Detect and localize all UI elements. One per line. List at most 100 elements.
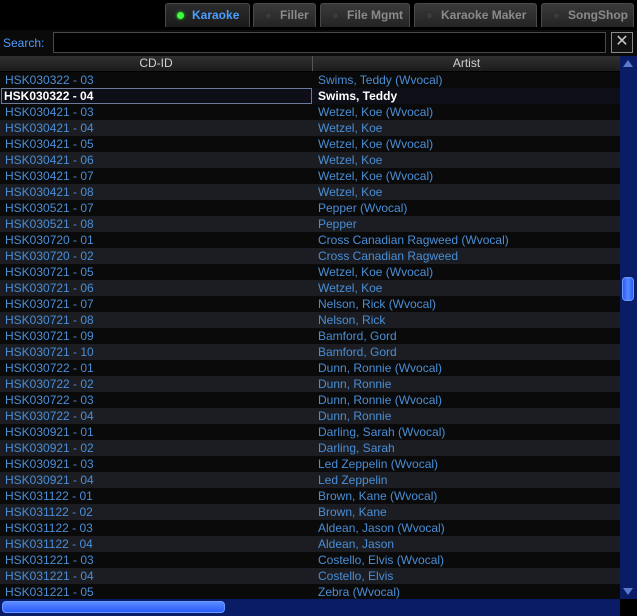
status-dot-icon: [332, 12, 339, 19]
column-header-cd-id[interactable]: CD-ID: [0, 56, 313, 71]
artist-cell: Costello, Elvis (Wvocal): [318, 553, 445, 567]
tab-label: Karaoke Maker: [441, 8, 527, 22]
tab-label: SongShop: [568, 8, 628, 22]
table-row[interactable]: HSK030421 - 07 Wetzel, Koe (Wvocal): [0, 168, 620, 184]
table-row[interactable]: HSK031122 - 02 Brown, Kane: [0, 504, 620, 520]
cd-id-cell: HSK030722 - 04: [5, 409, 94, 423]
artist-cell: Brown, Kane: [318, 505, 387, 519]
artist-cell: Wetzel, Koe (Wvocal): [318, 169, 434, 183]
artist-cell: Led Zeppelin (Wvocal): [318, 457, 439, 471]
table-header: CD-ID Artist: [0, 56, 620, 72]
artist-cell: Cross Canadian Ragweed (Wvocal): [318, 233, 509, 247]
artist-cell: Wetzel, Koe: [318, 185, 383, 199]
table-row[interactable]: HSK030722 - 04 Dunn, Ronnie: [0, 408, 620, 424]
scroll-up-arrow-icon[interactable]: [623, 60, 633, 67]
artist-cell: Zebra (Wvocal): [318, 585, 401, 599]
search-input[interactable]: [53, 32, 606, 53]
cd-id-cell: HSK031122 - 02: [5, 505, 93, 519]
cd-id-cell: HSK030721 - 05: [5, 265, 94, 279]
tab-karaoke[interactable]: Karaoke: [165, 3, 250, 27]
scroll-down-arrow-icon[interactable]: [623, 588, 633, 595]
table-row[interactable]: HSK030521 - 08 Pepper: [0, 216, 620, 232]
table-row[interactable]: HSK030721 - 08 Nelson, Rick: [0, 312, 620, 328]
artist-cell: Swims, Teddy (Wvocal): [318, 73, 443, 87]
table-row[interactable]: HSK030721 - 05 Wetzel, Koe (Wvocal): [0, 264, 620, 280]
artist-cell: Dunn, Ronnie: [318, 377, 392, 391]
cd-id-cell: HSK031122 - 03: [5, 521, 93, 535]
cd-id-cell: HSK031221 - 05: [5, 585, 94, 599]
tab-file-mgmt[interactable]: File Mgmt: [320, 3, 410, 27]
table-row[interactable]: HSK030421 - 03 Wetzel, Koe (Wvocal): [0, 104, 620, 120]
artist-cell: Dunn, Ronnie: [318, 409, 392, 423]
table-row[interactable]: HSK030421 - 05 Wetzel, Koe (Wvocal): [0, 136, 620, 152]
artist-cell: Wetzel, Koe (Wvocal): [318, 265, 434, 279]
cd-id-cell: HSK030421 - 05: [5, 137, 94, 151]
artist-cell: Darling, Sarah: [318, 441, 395, 455]
table-row[interactable]: HSK030921 - 02 Darling, Sarah: [0, 440, 620, 456]
cd-id-cell: HSK030521 - 07: [5, 201, 94, 215]
table-row[interactable]: HSK031221 - 03 Costello, Elvis (Wvocal): [0, 552, 620, 568]
table-row[interactable]: HSK031221 - 04 Costello, Elvis: [0, 568, 620, 584]
table-row[interactable]: HSK030720 - 01 Cross Canadian Ragweed (Wv…: [0, 232, 620, 248]
table-row[interactable]: HSK030721 - 09 Bamford, Gord: [0, 328, 620, 344]
table-row[interactable]: HSK030721 - 06 Wetzel, Koe: [0, 280, 620, 296]
artist-cell: Aldean, Jason (Wvocal): [318, 521, 445, 535]
song-table-body: HSK030322 - 03 Swims, Teddy (Wvocal) HSK03…: [0, 72, 620, 599]
clear-search-button[interactable]: ✕: [611, 32, 633, 53]
table-row[interactable]: HSK030421 - 04 Wetzel, Koe: [0, 120, 620, 136]
table-row[interactable]: HSK030722 - 01 Dunn, Ronnie (Wvocal): [0, 360, 620, 376]
cd-id-cell: HSK030421 - 04: [5, 121, 94, 135]
table-row[interactable]: HSK031122 - 04 Aldean, Jason: [0, 536, 620, 552]
artist-cell: Bamford, Gord: [318, 329, 397, 343]
table-row[interactable]: HSK030322 - 03 Swims, Teddy (Wvocal): [0, 72, 620, 88]
table-row[interactable]: HSK031122 - 01 Brown, Kane (Wvocal): [0, 488, 620, 504]
cd-id-cell: HSK030721 - 08: [5, 313, 94, 327]
tab-songshop[interactable]: SongShop: [541, 3, 634, 27]
cd-id-cell: HSK030722 - 02: [5, 377, 94, 391]
artist-cell: Brown, Kane (Wvocal): [318, 489, 438, 503]
artist-cell: Bamford, Gord: [318, 345, 397, 359]
horizontal-scroll-thumb[interactable]: [2, 601, 225, 613]
cd-id-cell: HSK030720 - 01: [5, 233, 94, 247]
table-row[interactable]: HSK030722 - 02 Dunn, Ronnie: [0, 376, 620, 392]
artist-cell: Dunn, Ronnie (Wvocal): [318, 393, 443, 407]
artist-cell: Nelson, Rick: [318, 313, 386, 327]
artist-cell: Wetzel, Koe (Wvocal): [318, 137, 434, 151]
vertical-scrollbar[interactable]: [620, 56, 637, 599]
tab-karaoke-maker[interactable]: Karaoke Maker: [414, 3, 537, 27]
table-row[interactable]: HSK031122 - 03 Aldean, Jason (Wvocal): [0, 520, 620, 536]
artist-cell: Wetzel, Koe: [318, 153, 383, 167]
cd-id-cell: HSK030421 - 07: [5, 169, 94, 183]
table-row[interactable]: HSK030722 - 03 Dunn, Ronnie (Wvocal): [0, 392, 620, 408]
cd-id-cell: HSK030921 - 03: [5, 457, 94, 471]
table-row[interactable]: HSK030720 - 02 Cross Canadian Ragweed: [0, 248, 620, 264]
artist-cell: Wetzel, Koe: [318, 281, 383, 295]
artist-cell: Led Zeppelin: [318, 473, 388, 487]
table-row[interactable]: HSK030721 - 10 Bamford, Gord: [0, 344, 620, 360]
table-row[interactable]: HSK030421 - 06 Wetzel, Koe: [0, 152, 620, 168]
table-row[interactable]: HSK030721 - 07 Nelson, Rick (Wvocal): [0, 296, 620, 312]
table-row[interactable]: HSK031221 - 05 Zebra (Wvocal): [0, 584, 620, 599]
tab-label: File Mgmt: [347, 8, 403, 22]
horizontal-scrollbar[interactable]: [0, 599, 620, 616]
table-row[interactable]: HSK030521 - 07 Pepper (Wvocal): [0, 200, 620, 216]
search-bar: Search: ✕: [0, 30, 637, 56]
artist-cell: Swims, Teddy: [318, 89, 398, 103]
table-row[interactable]: HSK030921 - 03 Led Zeppelin (Wvocal): [0, 456, 620, 472]
cd-id-cell: HSK030322 - 04: [4, 89, 94, 103]
cd-id-cell: HSK031122 - 04: [5, 537, 93, 551]
vertical-scroll-thumb[interactable]: [622, 276, 634, 301]
table-row[interactable]: HSK030921 - 01 Darling, Sarah (Wvocal): [0, 424, 620, 440]
tab-label: Karaoke: [192, 8, 240, 22]
artist-cell: Cross Canadian Ragweed: [318, 249, 459, 263]
table-row[interactable]: HSK030921 - 04 Led Zeppelin: [0, 472, 620, 488]
artist-cell: Dunn, Ronnie (Wvocal): [318, 361, 443, 375]
table-row[interactable]: HSK030421 - 08 Wetzel, Koe: [0, 184, 620, 200]
cd-id-cell: HSK030421 - 08: [5, 185, 94, 199]
cd-id-cell: HSK030722 - 03: [5, 393, 94, 407]
tab-filler[interactable]: Filler: [253, 3, 316, 27]
table-row[interactable]: HSK030322 - 04 Swims, Teddy: [0, 88, 620, 104]
artist-cell: Nelson, Rick (Wvocal): [318, 297, 437, 311]
column-header-artist[interactable]: Artist: [313, 56, 620, 71]
search-label: Search:: [3, 36, 45, 50]
